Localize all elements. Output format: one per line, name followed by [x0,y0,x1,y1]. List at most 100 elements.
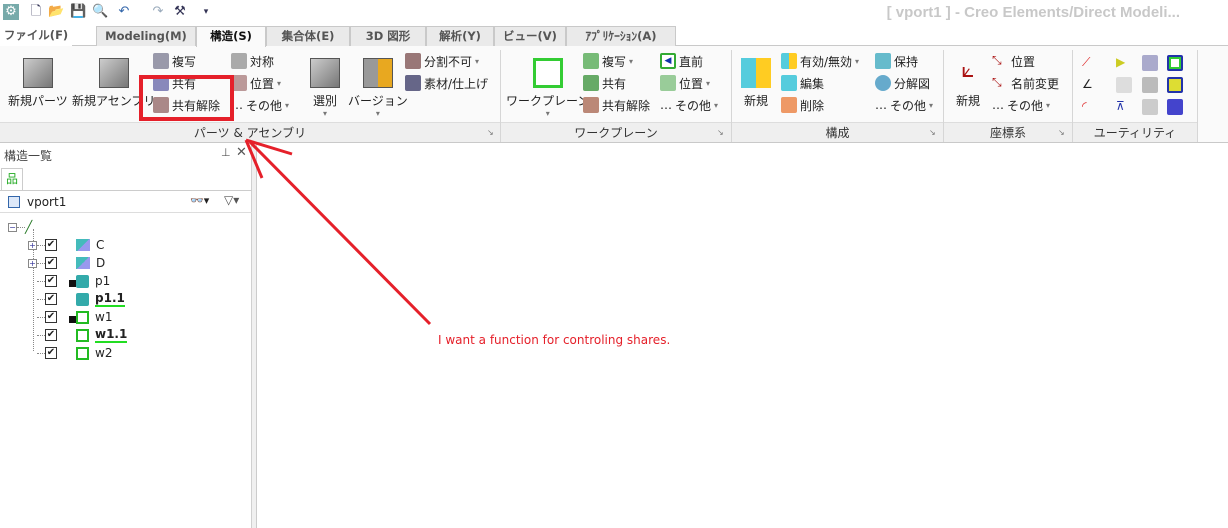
undo-icon[interactable]: ↶ [116,4,132,20]
group-label-config: 構成 [732,122,943,142]
visibility-checkbox[interactable]: ✔ [45,311,57,323]
previous-button[interactable]: ◀ 直前 [660,51,703,71]
other-button[interactable]: … その他 ▾ [231,95,289,115]
tab-3d-shape[interactable]: 3D 図形 [350,26,426,46]
visibility-checkbox[interactable]: ✔ [45,257,57,269]
indivisible-icon [405,53,421,69]
label: ワークプレーン [506,94,590,108]
wp-other-button[interactable]: … その他 ▾ [660,95,718,115]
wp-share-button[interactable]: 共有 [583,73,626,93]
customize-tool-icon[interactable]: ⚒ [172,4,188,20]
workplane-button[interactable]: ワークプレーン ▾ [506,58,589,118]
collapse-icon[interactable]: − [8,222,17,232]
explode-button[interactable]: 分解図 [875,73,930,93]
open-folder-icon[interactable]: 📂 [48,4,64,20]
tree-item[interactable]: + ✔ D [28,254,105,272]
visibility-checkbox[interactable]: ✔ [45,275,57,287]
pin-icon[interactable]: ⊥ [221,146,231,159]
table-select-icon[interactable] [1116,77,1132,93]
visibility-checkbox[interactable]: ✔ [45,347,57,359]
box-icon[interactable] [1167,77,1183,93]
tab-structure[interactable]: 構造(S) [196,26,266,47]
select-pointer-icon[interactable]: ▶ [1116,55,1132,71]
dialog-launcher-icon[interactable]: ↘ [487,128,494,137]
group-label-utility: ユーティリティ [1073,122,1197,142]
new-file-icon[interactable]: 🗋 [28,4,44,20]
window-title: [ vport1 ] - Creo Elements/Direct Modeli… [886,4,1180,21]
tree-item[interactable]: ✔ w2 [28,344,112,362]
new-part-icon [22,58,53,88]
select-button[interactable]: 選別 ▾ [310,58,340,118]
new-part-button[interactable]: 新規パーツ [8,58,68,109]
tree-tab[interactable]: 品 [1,168,23,190]
wp-position-button[interactable]: 位置 ▾ [660,73,710,93]
qat-menu-icon[interactable]: ▾ [198,4,214,20]
redo-icon[interactable]: ↷ [150,4,166,20]
tab-assembly[interactable]: 集合体(E) [266,26,350,46]
tab-application[interactable]: ｱﾌﾟﾘｹｰｼｮﾝ(A) [566,26,676,46]
tree-item[interactable]: + ✔ C [28,236,104,254]
app-icon[interactable]: ⚙ [3,4,19,20]
coord-new-button[interactable]: ⟀ 新規 [953,58,983,109]
indivisible-button[interactable]: 分割不可 ▾ [405,51,479,71]
wp-copy-button[interactable]: 複写 ▾ [583,51,633,71]
print-preview-icon[interactable]: 🔍 [92,4,108,20]
utility-tool-icon[interactable] [1142,99,1158,115]
expand-icon[interactable]: + [28,240,37,250]
config-other-button[interactable]: … その他 ▾ [875,95,933,115]
dialog-launcher-icon[interactable]: ↘ [1058,128,1065,137]
config-new-button[interactable]: 新規 [741,58,771,109]
tab-analysis[interactable]: 解析(Y) [426,26,494,46]
dialog-launcher-icon[interactable]: ↘ [717,128,724,137]
label: 新規パーツ [8,94,68,108]
tree-item[interactable]: ✔ w1.1 [28,326,128,344]
toggle-button[interactable]: 有効/無効 ▾ [781,51,859,71]
rename-button[interactable]: ⤡ 名前変更 [992,73,1059,93]
delete-button[interactable]: 削除 [781,95,824,115]
calculator-icon[interactable] [1167,99,1183,115]
binoculars-icon[interactable]: 👓▾ [190,194,209,207]
previous-icon: ◀ [660,53,676,69]
save-icon[interactable]: 💾 [70,4,86,20]
viewport[interactable] [258,143,1228,528]
label: 素材/仕上げ [424,76,489,91]
tab-modeling[interactable]: Modeling(M) [96,26,196,46]
label: その他 [246,98,283,113]
coord-other-button[interactable]: … その他 ▾ [992,95,1050,115]
copy-button[interactable]: 複写 [153,51,196,71]
version-button[interactable]: バージョン ▾ [348,58,408,118]
tree-item[interactable]: ✔ p1.1 [28,290,125,308]
dialog-launcher-icon[interactable]: ↘ [929,128,936,137]
visibility-checkbox[interactable]: ✔ [45,329,57,341]
measure-angle-icon[interactable]: ∠ [1082,77,1098,93]
tree-root[interactable]: − ╱ [8,218,32,236]
position-button[interactable]: 位置 ▾ [231,73,281,93]
visibility-checkbox[interactable]: ✔ [45,293,57,305]
copy-icon [583,53,599,69]
tree-item[interactable]: ✔ p1 [28,272,110,290]
mirror-button[interactable]: 対称 [231,51,274,71]
material-button[interactable]: 素材/仕上げ [405,73,488,93]
tab-view[interactable]: ビュー(V) [494,26,566,46]
frame-icon[interactable] [1167,55,1183,71]
measure-distance-icon[interactable]: ⟋ [1082,55,1098,71]
dimension-icon[interactable]: ⊼ [1116,99,1132,115]
label: 編集 [800,76,825,91]
utility-tool-icon[interactable] [1142,55,1158,71]
tab-file[interactable]: ファイル(F) [0,26,72,46]
coord-position-button[interactable]: ⤡ 位置 [992,51,1035,71]
wp-unshare-button[interactable]: 共有解除 [583,95,650,115]
expand-icon[interactable]: + [28,258,37,268]
panel-splitter[interactable] [252,143,257,528]
visibility-checkbox[interactable]: ✔ [45,239,57,251]
utility-tool-icon[interactable] [1142,77,1158,93]
tree-item[interactable]: ✔ w1 [28,308,112,326]
filter-icon[interactable]: ▽▾ [224,193,239,207]
close-icon[interactable]: ✕ [236,145,247,160]
edit-button[interactable]: 編集 [781,73,824,93]
keep-button[interactable]: 保持 [875,51,918,71]
measure-arc-icon[interactable]: ◜ [1082,99,1098,115]
more-icon: … [875,98,887,112]
more-icon: … [992,98,1004,112]
part-icon [76,274,89,288]
